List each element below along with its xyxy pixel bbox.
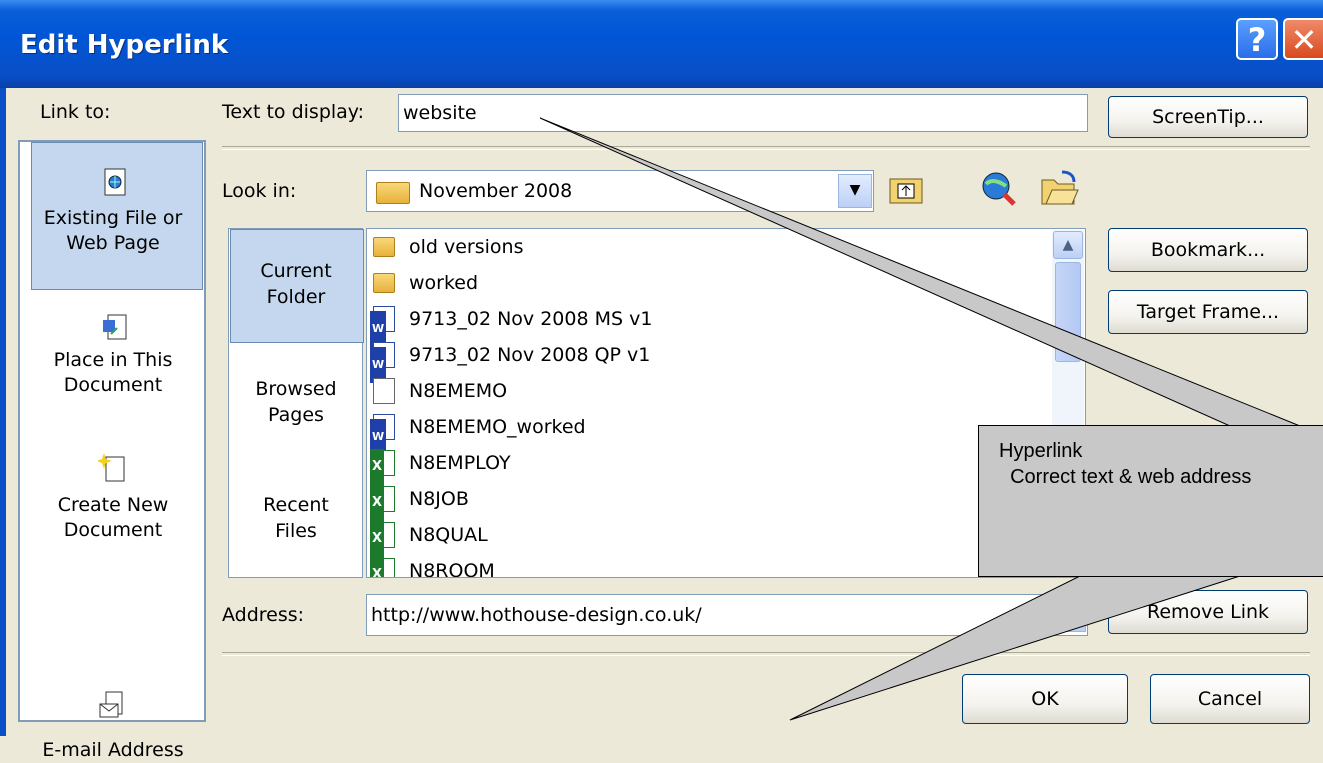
dialog-title: Edit Hyperlink xyxy=(20,30,229,60)
separator-top xyxy=(222,146,1310,150)
separator-bottom xyxy=(222,652,1310,656)
ok-button[interactable]: OK xyxy=(962,674,1128,724)
text-to-display-input[interactable]: website xyxy=(398,94,1088,132)
text-to-display-label: Text to display: xyxy=(222,101,365,123)
address-dropdown-button[interactable]: ▼ xyxy=(1052,598,1086,632)
text-file-icon xyxy=(373,378,395,404)
new-document-icon xyxy=(96,452,128,489)
address-input[interactable]: http://www.hothouse-design.co.uk/ xyxy=(366,594,1088,636)
look-in-dropdown-button[interactable]: ▼ xyxy=(838,174,872,208)
word-document-icon xyxy=(370,342,395,383)
window-frame-left xyxy=(0,88,6,736)
nav-current-line2: Folder xyxy=(266,286,326,308)
word-document-icon xyxy=(370,414,395,455)
link-create-line1: Create New xyxy=(57,494,169,516)
look-in-select[interactable]: November 2008 xyxy=(366,170,874,212)
screentip-button[interactable]: ScreenTip... xyxy=(1108,96,1308,138)
close-button[interactable]: ✕ xyxy=(1283,18,1323,60)
bookmark-button[interactable]: Bookmark... xyxy=(1108,228,1308,272)
list-item[interactable]: worked xyxy=(373,265,478,301)
list-item[interactable]: N8EMPLOY xyxy=(370,445,511,485)
list-item[interactable]: N8JOB xyxy=(370,481,469,521)
nav-current-folder[interactable]: Current Folder xyxy=(231,258,361,310)
callout-title: Hyperlink xyxy=(999,440,1083,462)
nav-current-line1: Current xyxy=(260,260,332,282)
link-create-line2: Document xyxy=(63,519,163,541)
web-page-icon xyxy=(102,168,128,201)
document-place-icon xyxy=(102,312,128,347)
scroll-thumb[interactable] xyxy=(1055,262,1081,362)
file-name: 9713_02 Nov 2008 MS v1 xyxy=(409,308,653,330)
up-one-folder-icon[interactable] xyxy=(888,172,926,213)
list-item[interactable]: 9713_02 Nov 2008 MS v1 xyxy=(370,301,653,347)
excel-file-icon xyxy=(370,557,395,577)
file-name: N8JOB xyxy=(409,488,469,510)
list-item[interactable]: N8QUAL xyxy=(370,517,488,557)
address-label: Address: xyxy=(222,604,305,626)
link-email-line1: E-mail Address xyxy=(42,739,184,761)
link-place-line1: Place in This xyxy=(53,349,173,371)
file-name: N8EMEMO_worked xyxy=(409,416,586,438)
list-item[interactable]: N8EMEMO xyxy=(373,373,507,409)
callout-box: Hyperlink Correct text & web address xyxy=(978,425,1323,577)
nav-recent-line2: Files xyxy=(275,520,317,542)
scroll-up-button[interactable]: ▲ xyxy=(1053,231,1083,259)
nav-browsed-line2: Pages xyxy=(268,404,324,426)
folder-icon xyxy=(373,273,395,293)
link-email-address[interactable]: E-mail Address xyxy=(20,738,206,763)
link-existing-file-line2: Web Page xyxy=(66,232,160,254)
file-name: N8QUAL xyxy=(409,524,488,546)
link-create-new-document[interactable]: Create New Document xyxy=(20,493,206,543)
link-to-heading: Link to: xyxy=(40,101,111,123)
excel-file-icon xyxy=(370,521,395,557)
folder-icon xyxy=(376,182,410,204)
link-place-in-document[interactable]: Place in This Document xyxy=(20,348,206,398)
link-place-line2: Document xyxy=(63,374,163,396)
file-name: worked xyxy=(409,272,479,294)
word-document-icon xyxy=(370,306,395,347)
remove-link-button[interactable]: Remove Link xyxy=(1108,590,1308,634)
email-icon xyxy=(98,690,128,727)
target-frame-button[interactable]: Target Frame... xyxy=(1108,290,1308,334)
excel-file-icon xyxy=(370,485,395,521)
cancel-button[interactable]: Cancel xyxy=(1150,674,1310,724)
list-item[interactable]: N8ROOM xyxy=(370,553,495,578)
folder-icon xyxy=(373,237,395,257)
list-item[interactable]: 9713_02 Nov 2008 QP v1 xyxy=(370,337,651,383)
nav-recent-line1: Recent xyxy=(263,494,329,516)
list-item[interactable]: old versions xyxy=(373,229,524,265)
excel-file-icon xyxy=(370,449,395,485)
nav-browsed-pages[interactable]: Browsed Pages xyxy=(231,376,361,428)
nav-recent-files[interactable]: Recent Files xyxy=(231,492,361,544)
file-name: old versions xyxy=(409,236,524,258)
file-name: N8EMEMO xyxy=(409,380,508,402)
file-name: N8ROOM xyxy=(409,560,495,578)
link-existing-file[interactable]: Existing File or Web Page xyxy=(20,206,206,256)
file-name: 9713_02 Nov 2008 QP v1 xyxy=(409,344,651,366)
nav-browsed-line1: Browsed xyxy=(255,378,337,400)
browse-web-icon[interactable] xyxy=(978,168,1018,213)
help-button[interactable]: ? xyxy=(1236,18,1278,60)
file-name: N8EMPLOY xyxy=(409,452,511,474)
list-item[interactable]: N8EMEMO_worked xyxy=(370,409,586,455)
callout-text: Correct text & web address xyxy=(999,466,1252,488)
look-in-label: Look in: xyxy=(222,180,297,202)
browse-file-icon[interactable] xyxy=(1038,168,1080,213)
link-existing-file-line1: Existing File or xyxy=(43,207,183,229)
